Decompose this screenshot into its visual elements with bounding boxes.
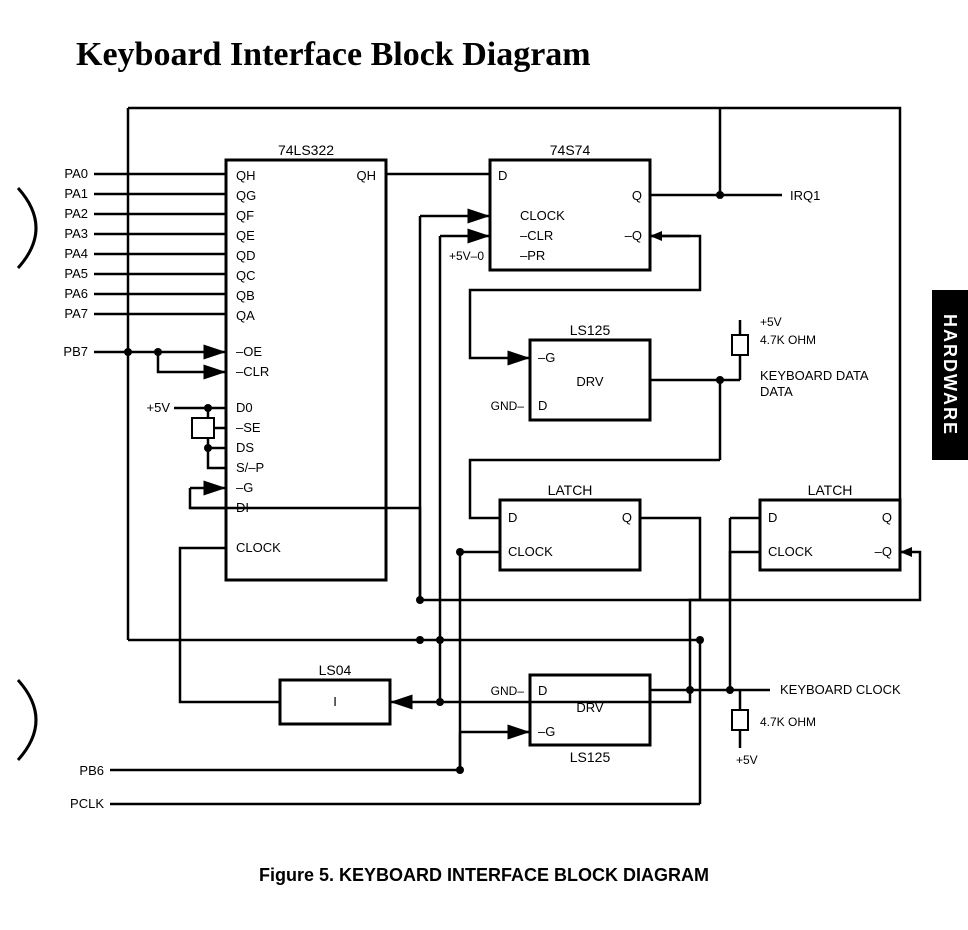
signal-label: PA5 — [64, 266, 88, 281]
pin-label: –SE — [236, 420, 261, 435]
pin-label: D — [768, 510, 777, 525]
chip-74s74 — [490, 160, 650, 270]
pin-label: –G — [538, 724, 555, 739]
signal-label: PB6 — [79, 763, 104, 778]
pin-label: CLOCK — [508, 544, 553, 559]
signal-label: PA3 — [64, 226, 88, 241]
chip-label: 74LS322 — [278, 142, 334, 158]
chip-label: LATCH — [548, 482, 593, 498]
chip-latch2 — [760, 500, 900, 570]
arc-icon — [18, 188, 36, 268]
pin-label: –CLR — [520, 228, 553, 243]
pin-label: S/–P — [236, 460, 264, 475]
pin-label: –OE — [236, 344, 262, 359]
pin-label: –G — [538, 350, 555, 365]
pin-label: QG — [236, 188, 256, 203]
signal-label: KEYBOARD DATA — [760, 368, 869, 383]
signal-label: 4.7K OHM — [760, 333, 816, 347]
signal-label: KEYBOARD CLOCK — [780, 682, 901, 697]
signal-label: PB7 — [63, 344, 88, 359]
pin-label: –CLR — [236, 364, 269, 379]
pin-label: D — [538, 683, 547, 698]
chip-label: LATCH — [808, 482, 853, 498]
pin-label: CLOCK — [768, 544, 813, 559]
pin-label: –PR — [520, 248, 545, 263]
signal-label: +5V–0 — [449, 249, 484, 263]
pin-label: DRV — [576, 374, 604, 389]
pin-label: QB — [236, 288, 255, 303]
signal-label: PA4 — [64, 246, 88, 261]
chip-label: 74S74 — [550, 142, 591, 158]
chip-label: LS125 — [570, 322, 611, 338]
signal-label: GND– — [491, 684, 525, 698]
signal-label: 4.7K OHM — [760, 715, 816, 729]
signal-label: GND– — [491, 399, 525, 413]
pin-label: Q — [882, 510, 892, 525]
signal-label: IRQ1 — [790, 188, 820, 203]
pin-label: I — [333, 694, 337, 709]
pin-label: QH — [357, 168, 377, 183]
chip-latch1 — [500, 500, 640, 570]
signal-label: PA1 — [64, 186, 88, 201]
pin-label: QF — [236, 208, 254, 223]
pin-label: QE — [236, 228, 255, 243]
pin-label: –G — [236, 480, 253, 495]
chip-label: LS125 — [570, 749, 611, 765]
signal-label: PCLK — [70, 796, 104, 811]
signal-label: DATA — [760, 384, 793, 399]
block-diagram: 74LS322 QH QG QF QE QD QC QB QA –OE –CLR… — [0, 0, 968, 930]
pin-label: QA — [236, 308, 255, 323]
arc-icon — [18, 680, 36, 760]
pin-label: D0 — [236, 400, 253, 415]
pin-label: Q — [632, 188, 642, 203]
pin-label: Q — [622, 510, 632, 525]
pin-label: QH — [236, 168, 256, 183]
pin-label: –Q — [625, 228, 642, 243]
signal-label: PA7 — [64, 306, 88, 321]
signal-label: +5V — [760, 315, 782, 329]
pin-label: D — [508, 510, 517, 525]
pin-label: QD — [236, 248, 256, 263]
pin-label: –Q — [875, 544, 892, 559]
signal-label: PA2 — [64, 206, 88, 221]
signal-label: +5V — [147, 400, 171, 415]
pin-label: D — [498, 168, 507, 183]
pin-label: DS — [236, 440, 254, 455]
signal-label: +5V — [736, 753, 758, 767]
chip-label: LS04 — [319, 662, 352, 678]
signal-label: PA6 — [64, 286, 88, 301]
pin-label: CLOCK — [236, 540, 281, 555]
pin-label: CLOCK — [520, 208, 565, 223]
pin-label: QC — [236, 268, 256, 283]
signal-label: PA0 — [64, 166, 88, 181]
pin-label: D — [538, 398, 547, 413]
